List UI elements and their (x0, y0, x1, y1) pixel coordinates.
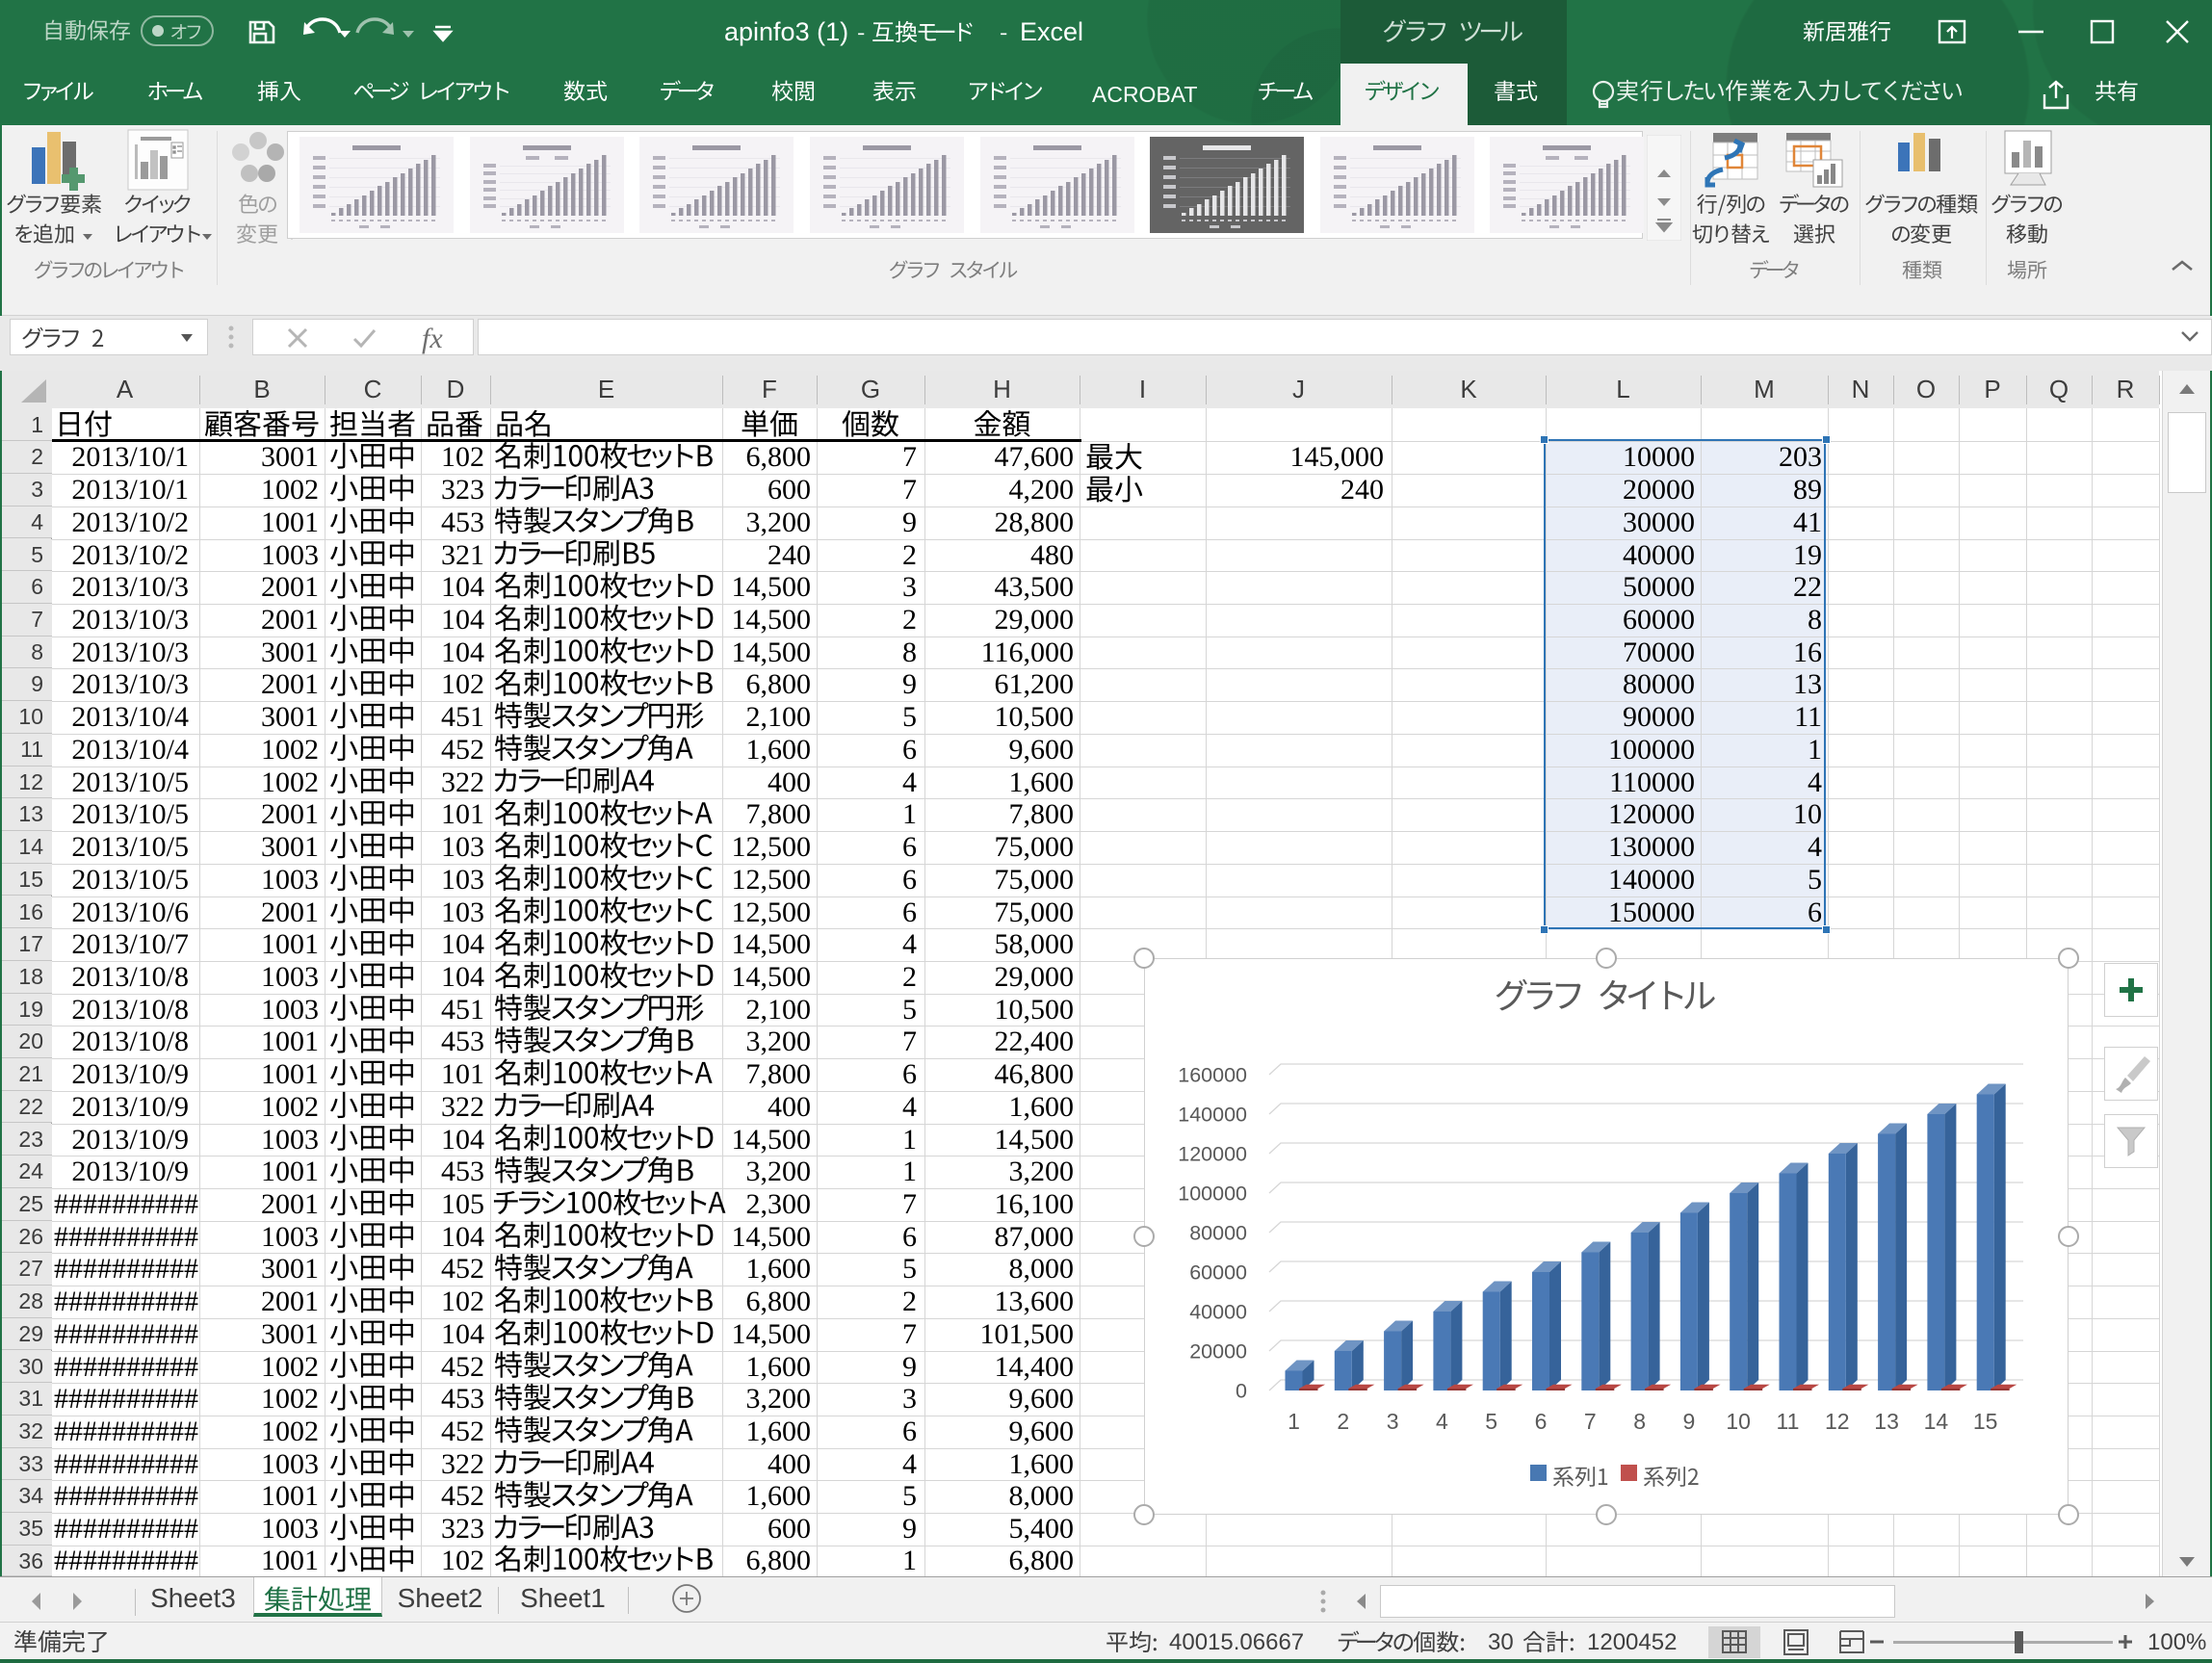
svg-text:100000: 100000 (1178, 1182, 1247, 1206)
svg-text:40000: 40000 (1189, 1301, 1247, 1324)
svg-text:140000: 140000 (1178, 1104, 1247, 1127)
svg-text:80000: 80000 (1189, 1222, 1247, 1245)
svg-text:8: 8 (1633, 1409, 1646, 1434)
svg-text:14: 14 (1924, 1409, 1949, 1434)
svg-text:fx: fx (422, 323, 443, 354)
svg-text:0: 0 (1236, 1380, 1247, 1403)
svg-text:3: 3 (1387, 1409, 1399, 1434)
svg-text:9: 9 (1683, 1409, 1696, 1434)
svg-text:160000: 160000 (1178, 1064, 1247, 1087)
svg-text:13: 13 (1874, 1409, 1899, 1434)
svg-text:12: 12 (1825, 1409, 1850, 1434)
svg-text:10: 10 (1726, 1409, 1751, 1434)
svg-text:20000: 20000 (1189, 1340, 1247, 1364)
svg-text:5: 5 (1485, 1409, 1497, 1434)
svg-text:4: 4 (1436, 1409, 1448, 1434)
svg-text:15: 15 (1973, 1409, 1998, 1434)
svg-text:120000: 120000 (1178, 1143, 1247, 1166)
svg-text:6: 6 (1535, 1409, 1548, 1434)
svg-text:1: 1 (1288, 1409, 1300, 1434)
svg-text:2: 2 (1337, 1409, 1349, 1434)
svg-text:60000: 60000 (1189, 1261, 1247, 1285)
svg-text:11: 11 (1777, 1409, 1800, 1434)
svg-text:7: 7 (1584, 1409, 1597, 1434)
